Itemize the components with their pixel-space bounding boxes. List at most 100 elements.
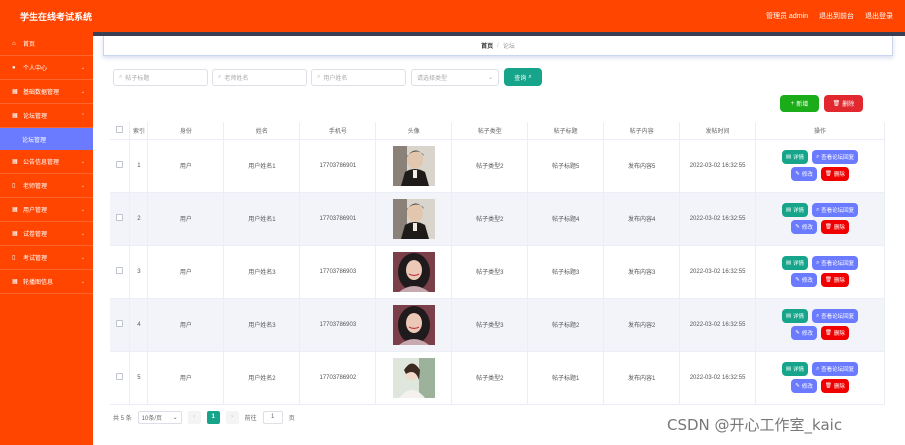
admin-user-label: 管理员 admin [765,13,808,20]
header-role: 身份 [147,122,225,140]
doc-icon: ▯ [12,255,16,261]
detail-icon: ▤ [785,260,792,266]
header-name: 姓名 [223,122,301,140]
cell-phone: 17703786901 [299,192,377,246]
type-select[interactable]: 请选择类型 ⌄ [411,69,499,86]
row-checkbox[interactable] [116,161,124,168]
cell-post-type: 帖子类型3 [451,298,529,352]
cell-operations: ▤ 详情 ⌕ 查看论坛回复 ✎ 修改 🗑 删除 [755,298,885,352]
sidebar-item-paper[interactable]: ▦ 试卷管理 ⌄ [0,222,93,246]
main-content: 首页 / 论坛 ⌕ 帖子标题 ⌕ 老师姓名 ⌕ 用户姓名 请选择类型 ⌄ 查询 ⌕ + 新增… [93,36,905,445]
view-replies-button[interactable]: ⌕ 查看论坛回复 [812,203,859,217]
cell-avatar [375,192,453,246]
sidebar-item-forum[interactable]: ▦ 论坛管理 ⌃ [0,104,93,128]
cell-post-type: 帖子类型3 [451,245,529,299]
cell-avatar [375,351,453,405]
cell-role: 用户 [147,298,225,352]
edit-button[interactable]: ✎ 修改 [791,379,817,393]
table-row: 1 用户 用户姓名1 17703786901 帖子类型2 帖子标题5 发布内容5 2022-0… [110,139,885,193]
cell-post-type: 帖子类型2 [451,351,529,405]
view-replies-button[interactable]: ⌕ 查看论坛回复 [812,362,859,376]
delete-button[interactable]: 🗑 删除 [820,326,849,340]
sidebar-item-profile[interactable]: ● 个人中心 ⌄ [0,56,93,80]
delete-button[interactable]: 🗑 删除 [820,220,849,234]
cell-post-title: 帖子标题5 [527,139,605,193]
cell-post-title: 帖子标题1 [527,351,605,405]
row-select-cell[interactable] [110,351,131,405]
logout-link[interactable]: 退出登录 [865,11,893,21]
chevron-right-icon: › [231,414,234,420]
add-button[interactable]: + 新增 [780,95,819,112]
doc-icon: ▯ [12,183,16,189]
cell-post-content: 发布内容3 [603,245,681,299]
row-checkbox[interactable] [116,320,124,327]
edit-icon: ✎ [795,330,800,336]
page-unit-label: 页 [288,415,295,422]
select-all-checkbox[interactable] [116,125,124,133]
page-size-select[interactable]: 10条/页 ⌄ [137,410,182,424]
page-number-button[interactable]: 1 [206,410,220,424]
view-replies-button[interactable]: ⌕ 查看论坛回复 [812,150,859,164]
row-select-cell[interactable] [110,298,131,352]
batch-delete-button[interactable]: 🗑 删除 [824,95,863,112]
cell-post-content: 发布内容5 [603,139,681,193]
row-checkbox[interactable] [116,373,124,380]
detail-button[interactable]: ▤ 详情 [781,150,809,164]
edit-button[interactable]: ✎ 修改 [791,167,817,181]
row-select-cell[interactable] [110,192,131,246]
row-checkbox[interactable] [116,267,124,274]
edit-icon: ✎ [795,277,800,283]
home-icon: ⌂ [12,40,16,47]
select-all-cell[interactable] [110,122,131,140]
sidebar-item-basic-data[interactable]: ▦ 基础数据管理 ⌄ [0,80,93,104]
header-operations: 操作 [755,122,885,140]
teacher-name-input[interactable]: ⌕ 老师姓名 [212,69,307,86]
back-to-front-link[interactable]: 退出到前台 [819,11,854,21]
delete-button[interactable]: 🗑 删除 [820,379,849,393]
edit-button[interactable]: ✎ 修改 [791,326,817,340]
edit-button[interactable]: ✎ 修改 [791,220,817,234]
avatar [392,145,435,186]
user-name-input[interactable]: ⌕ 用户姓名 [311,69,406,86]
row-checkbox[interactable] [116,214,124,221]
next-page-button[interactable]: › [225,410,239,424]
detail-button[interactable]: ▤ 详情 [781,256,809,270]
detail-icon: ▤ [785,313,792,319]
sidebar-item-user[interactable]: ▦ 用户管理 ⌄ [0,198,93,222]
chevron-down-icon: ⌄ [80,254,85,261]
search-icon: ⌕ [218,74,222,80]
cell-avatar [375,298,453,352]
cell-avatar [375,245,453,299]
detail-button[interactable]: ▤ 详情 [781,203,809,217]
trash-icon: 🗑 [832,101,841,107]
detail-button[interactable]: ▤ 详情 [781,362,809,376]
breadcrumb-home[interactable]: 首页 [481,41,493,50]
edit-button[interactable]: ✎ 修改 [791,273,817,287]
detail-button[interactable]: ▤ 详情 [781,309,809,323]
sidebar-item-exam[interactable]: ▯ 考试管理 ⌄ [0,246,93,270]
goto-page-input[interactable]: 1 [262,410,283,424]
view-replies-button[interactable]: ⌕ 查看论坛回复 [812,256,859,270]
view-replies-button[interactable]: ⌕ 查看论坛回复 [812,309,859,323]
post-title-input[interactable]: ⌕ 帖子标题 [113,69,208,86]
header-post-content: 帖子内容 [603,122,681,140]
cell-post-content: 发布内容2 [603,298,681,352]
total-count: 共 5 条 [113,415,132,422]
sidebar-item-home[interactable]: ⌂ 首页 [0,32,93,56]
prev-page-button[interactable]: ‹ [187,410,201,424]
chevron-down-icon: ⌄ [80,64,85,71]
delete-button[interactable]: 🗑 删除 [820,273,849,287]
sidebar-subitem-forum-management[interactable]: 论坛管理 [0,128,93,150]
sidebar-item-carousel[interactable]: ▦ 轮播图信息 ⌄ [0,270,93,294]
sidebar-item-notice[interactable]: ▦ 公告信息管理 ⌄ [0,150,93,174]
cell-post-time: 2022-03-02 16:32:55 [679,351,757,405]
row-select-cell[interactable] [110,139,131,193]
trash-icon: 🗑 [824,330,832,336]
row-select-cell[interactable] [110,245,131,299]
avatar [392,198,435,239]
sidebar-item-teacher[interactable]: ▯ 老师管理 ⌄ [0,174,93,198]
query-button[interactable]: 查询 ⌕ [504,68,542,86]
cell-name: 用户姓名2 [223,351,301,405]
delete-button[interactable]: 🗑 删除 [820,167,849,181]
cell-post-title: 帖子标题3 [527,245,605,299]
